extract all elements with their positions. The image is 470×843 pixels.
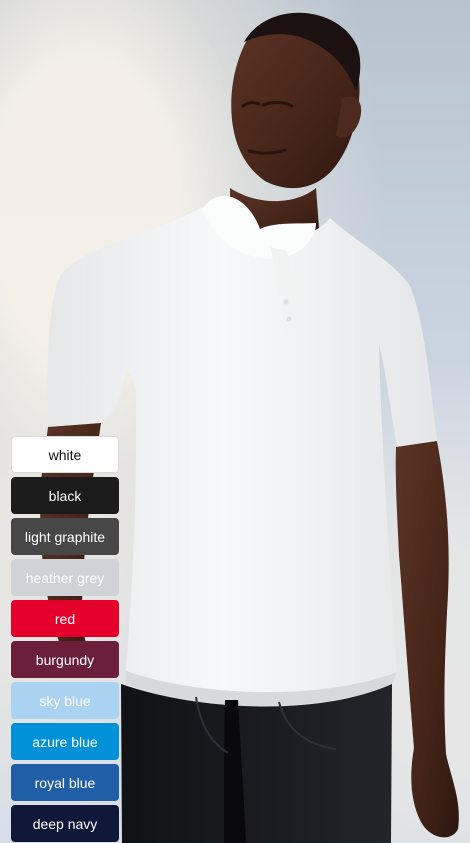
color-swatch-heather-grey[interactable]: heather grey xyxy=(11,559,119,596)
color-swatch-light-graphite[interactable]: light graphite xyxy=(11,518,119,555)
color-swatch-label: black xyxy=(48,487,82,504)
color-swatch-deep-navy[interactable]: deep navy xyxy=(11,805,119,842)
color-swatch-burgundy[interactable]: burgundy xyxy=(11,641,119,678)
color-swatch-royal-blue[interactable]: royal blue xyxy=(11,764,119,801)
product-photo: white black light graphite heather grey … xyxy=(0,0,470,843)
color-swatch-label: heather grey xyxy=(25,569,105,586)
color-swatch-label: sky blue xyxy=(39,692,91,709)
color-swatch-label: light graphite xyxy=(24,528,106,545)
color-swatch-label: azure blue xyxy=(32,733,98,750)
color-swatch-red[interactable]: red xyxy=(11,600,119,637)
color-swatch-azure-blue[interactable]: azure blue xyxy=(11,723,119,760)
color-swatch-black[interactable]: black xyxy=(11,477,119,514)
color-swatch-label: red xyxy=(54,610,76,627)
color-swatch-white[interactable]: white xyxy=(11,436,119,473)
color-swatch-label: burgundy xyxy=(35,651,95,668)
color-swatch-label: white xyxy=(48,446,82,463)
color-swatch-label: royal blue xyxy=(34,774,96,791)
color-swatch-sky-blue[interactable]: sky blue xyxy=(11,682,119,719)
color-swatch-list: white black light graphite heather grey … xyxy=(11,436,119,843)
color-swatch-label: deep navy xyxy=(32,815,98,832)
